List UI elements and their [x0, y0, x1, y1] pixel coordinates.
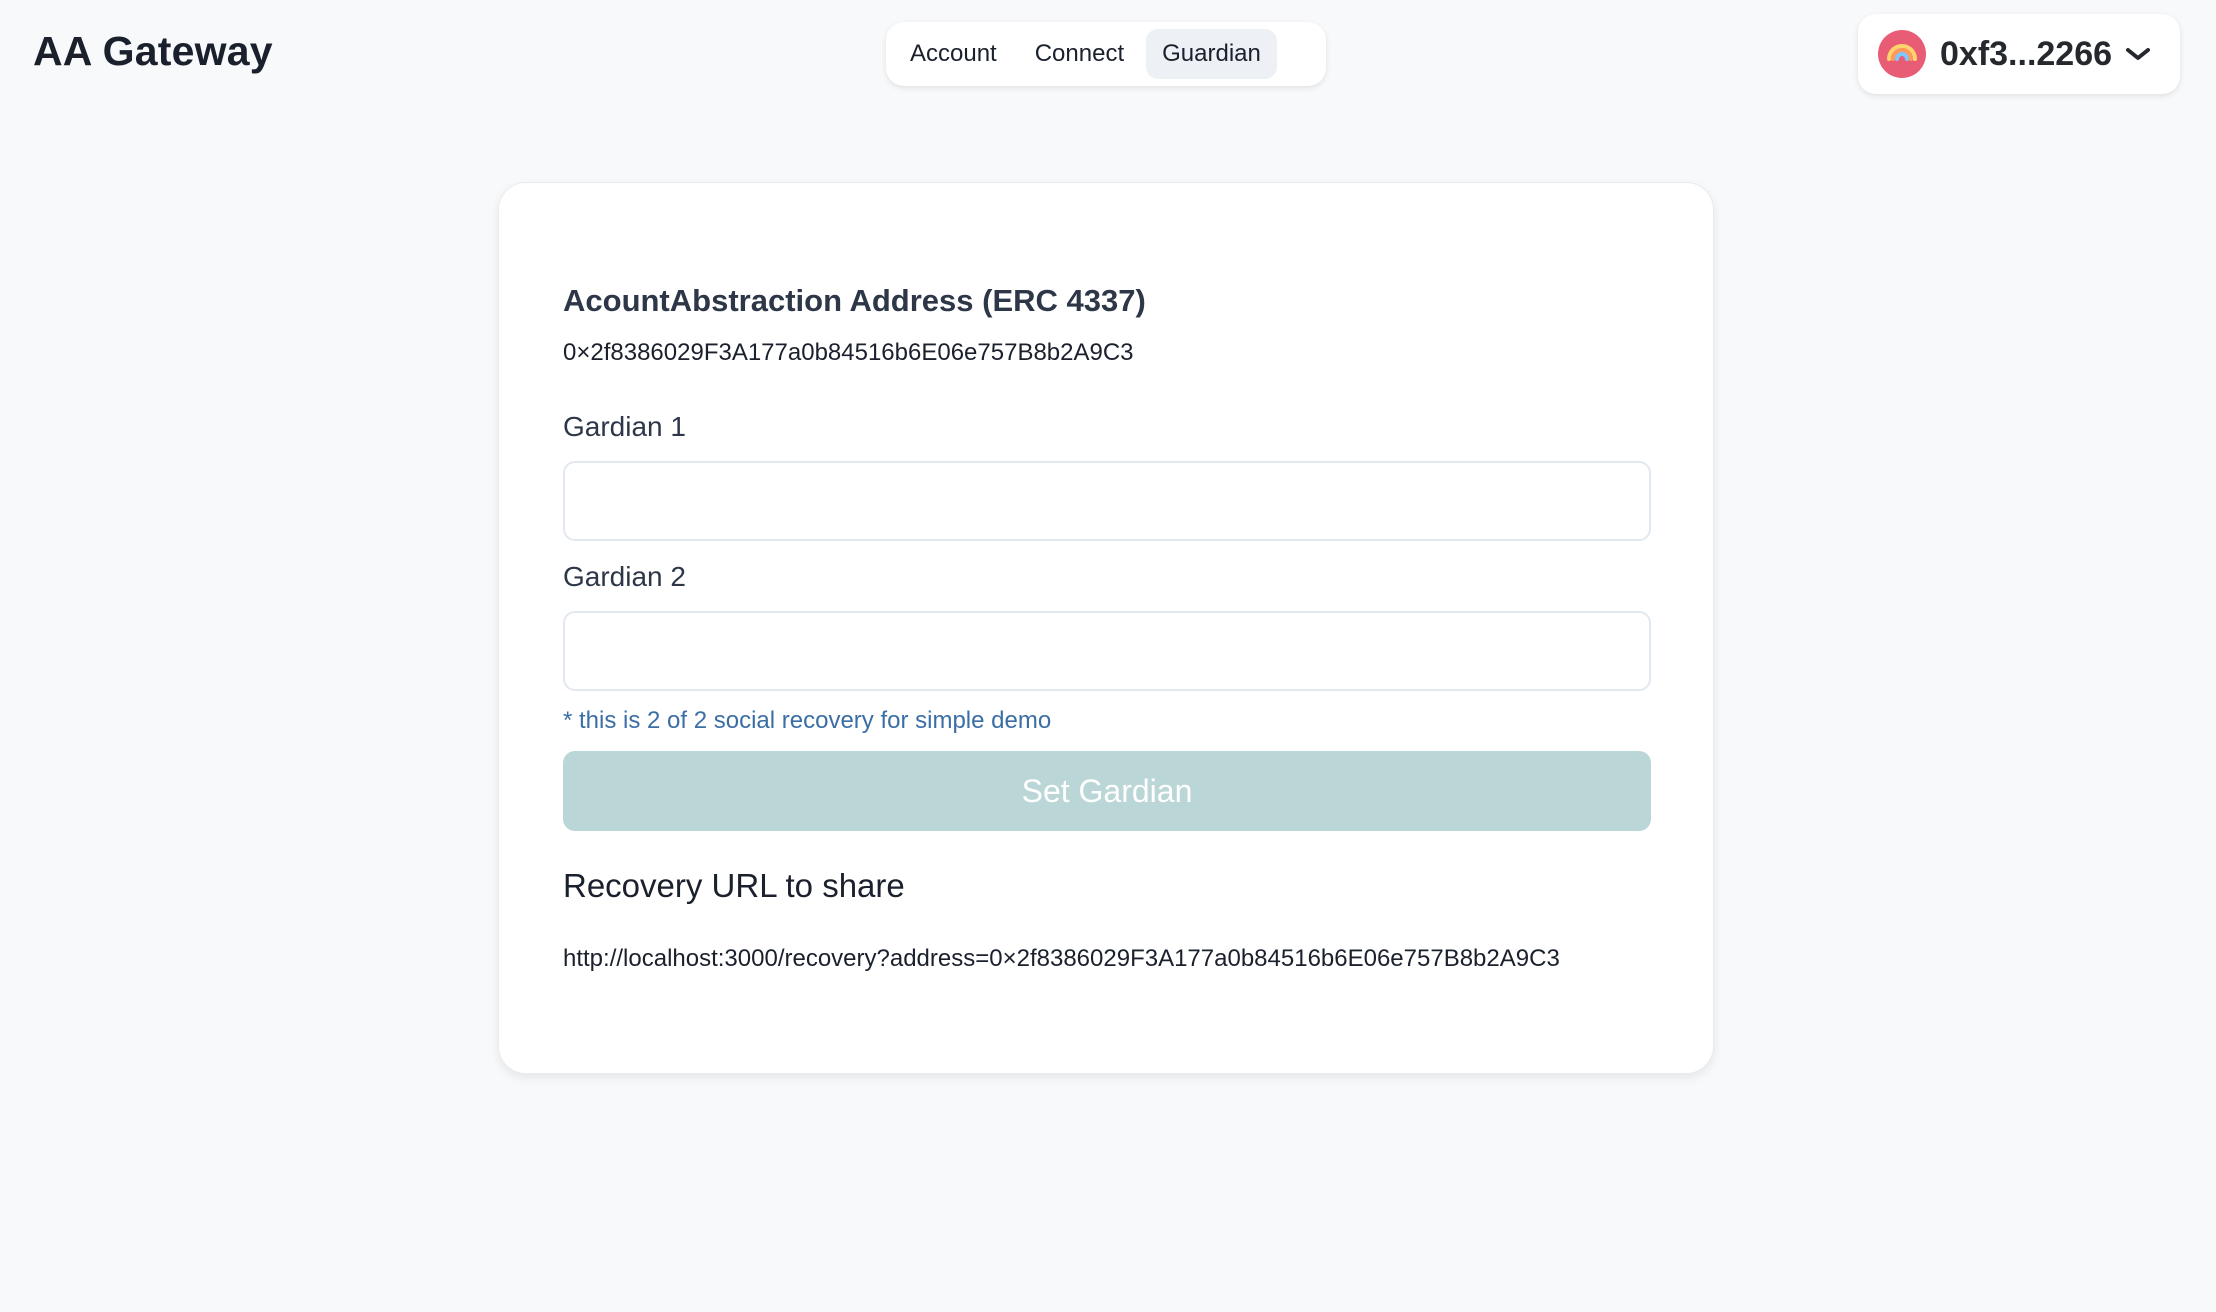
- rainbow-icon: [1887, 44, 1917, 61]
- guardian-card: AcountAbstraction Address (ERC 4337) 0×2…: [498, 182, 1714, 1074]
- guardian-1-input[interactable]: [563, 461, 1651, 541]
- avatar: [1878, 30, 1926, 78]
- tab-guardian[interactable]: Guardian: [1146, 29, 1277, 79]
- tab-account[interactable]: Account: [894, 29, 1013, 79]
- guardian-2-input[interactable]: [563, 611, 1651, 691]
- tab-connect[interactable]: Connect: [1019, 29, 1140, 79]
- wallet-address: 0xf3...2266: [1940, 34, 2113, 73]
- set-guardian-button[interactable]: Set Gardian: [563, 751, 1651, 831]
- wallet-account-button[interactable]: 0xf3...2266: [1858, 14, 2180, 94]
- chevron-down-icon: [2124, 45, 2152, 63]
- guardian-2-label: Gardian 2: [563, 561, 686, 592]
- aa-address-heading: AcountAbstraction Address (ERC 4337): [563, 283, 1146, 318]
- aa-address-value: 0×2f8386029F3A177a0b84516b6E06e757B8b2A9…: [563, 339, 1134, 366]
- recovery-url-value: http://localhost:3000/recovery?address=0…: [563, 945, 1560, 972]
- app-title: AA Gateway: [33, 28, 273, 74]
- recovery-url-title: Recovery URL to share: [563, 867, 905, 904]
- recovery-note: * this is 2 of 2 social recovery for sim…: [563, 707, 1052, 734]
- nav-tabs: Account Connect Guardian: [886, 22, 1326, 86]
- guardian-1-label: Gardian 1: [563, 411, 686, 442]
